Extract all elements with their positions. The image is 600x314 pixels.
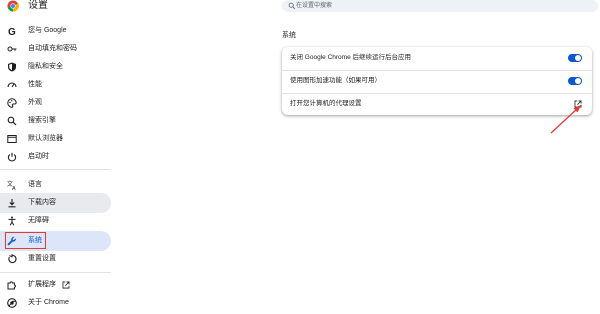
- sidebar-item-appearance[interactable]: 外观: [0, 93, 111, 113]
- speedometer-icon: [7, 82, 17, 88]
- sidebar-divider: [0, 272, 111, 273]
- sidebar-item-default-browser[interactable]: 默认浏览器: [0, 129, 111, 149]
- sidebar-divider: [0, 169, 111, 170]
- chrome-logo-icon: [7, 0, 19, 12]
- sidebar-item-label: 性能: [28, 81, 42, 88]
- sidebar: G 您与 Google 自动填充和密码 隐私和安全 性能 外观 搜索引擎 默认浏…: [0, 20, 115, 314]
- sidebar-item-label: 外观: [28, 99, 42, 106]
- setting-row-proxy[interactable]: 打开您计算机的代理设置: [282, 93, 592, 115]
- sidebar-item-you-and-google[interactable]: G 您与 Google: [0, 21, 111, 41]
- open-in-new-icon: [62, 281, 70, 289]
- setting-label: 打开您计算机的代理设置: [290, 100, 362, 107]
- header: 设置 在设置中搜索: [0, 0, 600, 16]
- accessibility-icon: [8, 216, 16, 226]
- power-icon: [7, 152, 17, 162]
- sidebar-item-on-startup[interactable]: 启动时: [0, 147, 111, 167]
- setting-row-background-apps[interactable]: 关闭 Google Chrome 后继续运行后台应用: [282, 47, 592, 69]
- setting-row-hardware-acceleration[interactable]: 使用图形加速功能（如果可用）: [282, 70, 592, 92]
- sidebar-item-label: 下载内容: [28, 199, 56, 206]
- annotation-arrow-icon: [550, 105, 581, 134]
- sidebar-item-label: 重置设置: [28, 255, 56, 262]
- background-apps-toggle[interactable]: [568, 54, 582, 62]
- sidebar-item-search-engine[interactable]: 搜索引擎: [0, 111, 111, 131]
- google-g-icon: G: [8, 27, 16, 36]
- toggle-knob: [575, 78, 581, 84]
- sidebar-item-label: 隐私和安全: [28, 63, 63, 70]
- sidebar-item-label: 关于 Chrome: [28, 299, 69, 306]
- svg-text:A: A: [12, 186, 16, 190]
- palette-icon: [7, 98, 17, 108]
- reset-icon: [8, 254, 17, 264]
- download-icon: [8, 199, 16, 208]
- sidebar-item-label: 搜索引擎: [28, 117, 56, 124]
- sidebar-item-performance[interactable]: 性能: [0, 75, 111, 95]
- page-title: 设置: [28, 0, 48, 11]
- key-icon: [7, 46, 17, 52]
- toggle-knob: [575, 55, 581, 61]
- setting-label: 关闭 Google Chrome 后继续运行后台应用: [290, 54, 411, 61]
- puzzle-icon: [7, 281, 16, 290]
- setting-label: 使用图形加速功能（如果可用）: [290, 77, 381, 84]
- search-input[interactable]: 在设置中搜索: [282, 0, 598, 12]
- sidebar-item-label: 无障碍: [28, 217, 49, 224]
- sidebar-item-autofill[interactable]: 自动填充和密码: [0, 39, 111, 59]
- translate-icon: 文 A: [7, 180, 16, 190]
- sidebar-item-label: 您与 Google: [28, 27, 67, 34]
- hardware-acceleration-toggle[interactable]: [568, 77, 582, 85]
- sidebar-item-downloads[interactable]: 下载内容: [0, 193, 111, 213]
- sidebar-item-accessibility[interactable]: 无障碍: [0, 211, 111, 231]
- annotation-highlight-box: [5, 232, 46, 249]
- sidebar-item-reset[interactable]: 重置设置: [0, 249, 111, 269]
- sidebar-item-extensions[interactable]: 扩展程序: [0, 275, 111, 295]
- sidebar-item-label: 扩展程序: [28, 281, 56, 288]
- system-settings-card: 关闭 Google Chrome 后继续运行后台应用 使用图形加速功能（如果可用…: [282, 47, 592, 115]
- sidebar-item-label: 自动填充和密码: [28, 45, 77, 52]
- sidebar-item-about[interactable]: 关于 Chrome: [0, 293, 111, 313]
- browser-window-icon: [7, 135, 17, 143]
- search-placeholder: 在设置中搜索: [296, 3, 333, 9]
- sidebar-item-privacy[interactable]: 隐私和安全: [0, 57, 111, 77]
- sidebar-item-label: 启动时: [28, 153, 49, 160]
- sidebar-item-label: 默认浏览器: [28, 135, 63, 142]
- search-icon: [288, 2, 296, 10]
- section-title: 系统: [282, 32, 296, 39]
- sidebar-item-label: 语言: [28, 181, 42, 188]
- shield-icon: [8, 62, 16, 72]
- sidebar-item-languages[interactable]: 文 A 语言: [0, 175, 111, 195]
- chrome-logo-icon: [7, 298, 17, 308]
- search-icon: [7, 116, 17, 126]
- svg-text:G: G: [8, 27, 16, 36]
